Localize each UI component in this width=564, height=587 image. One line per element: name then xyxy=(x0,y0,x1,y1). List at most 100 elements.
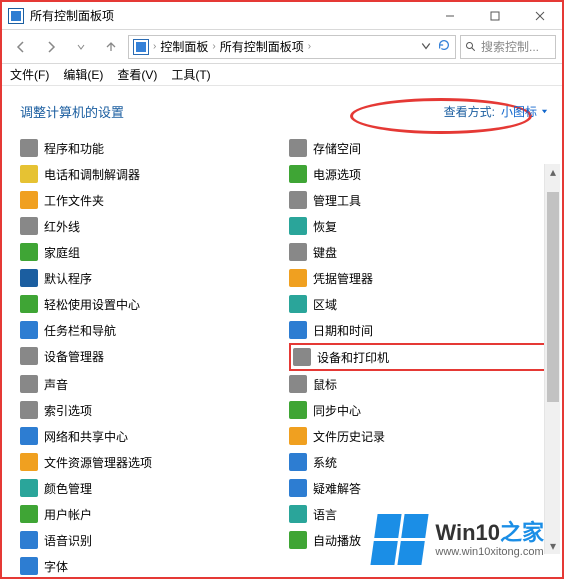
control-panel-item-sound[interactable]: 声音 xyxy=(20,371,279,397)
item-label: 网络和共享中心 xyxy=(44,428,128,445)
item-label: 设备和打印机 xyxy=(317,349,389,366)
item-label: 字体 xyxy=(44,558,68,575)
control-panel-item-keyboard[interactable]: 键盘 xyxy=(289,239,548,265)
refresh-button[interactable] xyxy=(437,38,451,55)
control-panel-item-network-sharing[interactable]: 网络和共享中心 xyxy=(20,423,279,449)
item-label: 声音 xyxy=(44,376,68,393)
chevron-right-icon: › xyxy=(210,41,217,52)
back-button[interactable] xyxy=(8,34,34,60)
breadcrumb-segment[interactable]: 所有控制面板项 xyxy=(220,38,304,55)
scrollbar-thumb[interactable] xyxy=(547,192,559,402)
control-panel-item-infrared[interactable]: 红外线 xyxy=(20,213,279,239)
address-dropdown-icon[interactable] xyxy=(421,40,431,54)
control-panel-item-power-options[interactable]: 电源选项 xyxy=(289,161,548,187)
control-panel-item-sync-center[interactable]: 同步中心 xyxy=(289,397,548,423)
control-panel-item-device-manager[interactable]: 设备管理器 xyxy=(20,343,279,369)
titlebar: 所有控制面板项 xyxy=(2,2,562,30)
view-by-control[interactable]: 查看方式: 小图标 xyxy=(444,103,548,120)
search-placeholder: 搜索控制... xyxy=(481,38,539,55)
item-label: 管理工具 xyxy=(313,192,361,209)
credential-manager-icon xyxy=(289,269,307,287)
minimize-button[interactable] xyxy=(427,2,472,29)
item-label: 疑难解答 xyxy=(313,480,361,497)
item-label: 日期和时间 xyxy=(313,322,373,339)
network-sharing-icon xyxy=(20,427,38,445)
maximize-button[interactable] xyxy=(472,2,517,29)
item-label: 默认程序 xyxy=(44,270,92,287)
device-manager-icon xyxy=(20,347,38,365)
control-panel-item-file-history[interactable]: 文件历史记录 xyxy=(289,423,548,449)
up-button[interactable] xyxy=(98,34,124,60)
item-label: 用户帐户 xyxy=(44,506,92,523)
sync-center-icon xyxy=(289,401,307,419)
item-label: 设备管理器 xyxy=(44,348,104,365)
control-panel-item-color-management[interactable]: 颜色管理 xyxy=(20,475,279,501)
item-label: 家庭组 xyxy=(44,244,80,261)
control-panel-item-devices-and-printers[interactable]: 设备和打印机 xyxy=(289,343,548,371)
user-accounts-icon xyxy=(20,505,38,523)
view-by-label: 查看方式: xyxy=(444,103,495,120)
control-panel-item-programs-and-features[interactable]: 程序和功能 xyxy=(20,135,279,161)
file-explorer-options-icon xyxy=(20,453,38,471)
search-box[interactable]: 搜索控制... xyxy=(460,35,556,59)
view-by-value[interactable]: 小图标 xyxy=(501,103,548,120)
control-panel-item-fonts[interactable]: 字体 xyxy=(20,553,279,579)
control-panel-item-speech-recognition[interactable]: 语音识别 xyxy=(20,527,279,553)
region-icon xyxy=(289,295,307,313)
control-panel-item-language[interactable]: 语言 xyxy=(289,501,548,527)
control-panel-item-date-and-time[interactable]: 日期和时间 xyxy=(289,317,548,343)
control-panel-item-region[interactable]: 区域 xyxy=(289,291,548,317)
control-panel-item-indexing-options[interactable]: 索引选项 xyxy=(20,397,279,423)
menu-view[interactable]: 查看(V) xyxy=(117,66,157,83)
control-panel-item-user-accounts[interactable]: 用户帐户 xyxy=(20,501,279,527)
item-label: 同步中心 xyxy=(313,402,361,419)
ease-of-access-icon xyxy=(20,295,38,313)
menu-edit[interactable]: 编辑(E) xyxy=(63,66,103,83)
control-panel-item-ease-of-access[interactable]: 轻松使用设置中心 xyxy=(20,291,279,317)
menu-tools[interactable]: 工具(T) xyxy=(171,66,210,83)
scroll-up-icon[interactable]: ▴ xyxy=(545,164,561,180)
close-button[interactable] xyxy=(517,2,562,29)
speech-recognition-icon xyxy=(20,531,38,549)
window-controls xyxy=(427,2,562,29)
control-panel-item-admin-tools[interactable]: 管理工具 xyxy=(289,187,548,213)
recovery-icon xyxy=(289,217,307,235)
infrared-icon xyxy=(20,217,38,235)
control-panel-item-taskbar-navigation[interactable]: 任务栏和导航 xyxy=(20,317,279,343)
control-panel-item-storage-spaces[interactable]: 存储空间 xyxy=(289,135,548,161)
control-panel-item-default-programs[interactable]: 默认程序 xyxy=(20,265,279,291)
devices-and-printers-icon xyxy=(293,348,311,366)
address-bar[interactable]: › 控制面板 › 所有控制面板项 › xyxy=(128,35,456,59)
scroll-down-icon[interactable]: ▾ xyxy=(545,538,561,554)
control-panel-item-homegroup[interactable]: 家庭组 xyxy=(20,239,279,265)
default-programs-icon xyxy=(20,269,38,287)
vertical-scrollbar[interactable]: ▴ ▾ xyxy=(544,164,560,554)
breadcrumb-segment[interactable]: 控制面板 xyxy=(160,38,208,55)
item-label: 自动播放 xyxy=(313,532,361,549)
control-panel-icon xyxy=(8,8,24,24)
date-and-time-icon xyxy=(289,321,307,339)
control-panel-item-troubleshooting[interactable]: 疑难解答 xyxy=(289,475,548,501)
control-panel-item-file-explorer-options[interactable]: 文件资源管理器选项 xyxy=(20,449,279,475)
control-panel-item-work-folders[interactable]: 工作文件夹 xyxy=(20,187,279,213)
troubleshooting-icon xyxy=(289,479,307,497)
keyboard-icon xyxy=(289,243,307,261)
language-icon xyxy=(289,505,307,523)
control-panel-item-credential-manager[interactable]: 凭据管理器 xyxy=(289,265,548,291)
control-panel-item-recovery[interactable]: 恢复 xyxy=(289,213,548,239)
storage-spaces-icon xyxy=(289,139,307,157)
forward-button[interactable] xyxy=(38,34,64,60)
control-panel-item-system[interactable]: 系统 xyxy=(289,449,548,475)
chevron-down-icon xyxy=(541,108,548,115)
color-management-icon xyxy=(20,479,38,497)
history-dropdown[interactable] xyxy=(68,34,94,60)
control-panel-item-mouse[interactable]: 鼠标 xyxy=(289,371,548,397)
control-panel-item-autoplay[interactable]: 自动播放 xyxy=(289,527,548,553)
item-label: 电话和调制解调器 xyxy=(44,166,140,183)
menu-file[interactable]: 文件(F) xyxy=(10,66,49,83)
item-label: 程序和功能 xyxy=(44,140,104,157)
page-heading: 调整计算机的设置 xyxy=(20,102,124,121)
item-label: 键盘 xyxy=(313,244,337,261)
system-icon xyxy=(289,453,307,471)
control-panel-item-phone-and-modem[interactable]: 电话和调制解调器 xyxy=(20,161,279,187)
